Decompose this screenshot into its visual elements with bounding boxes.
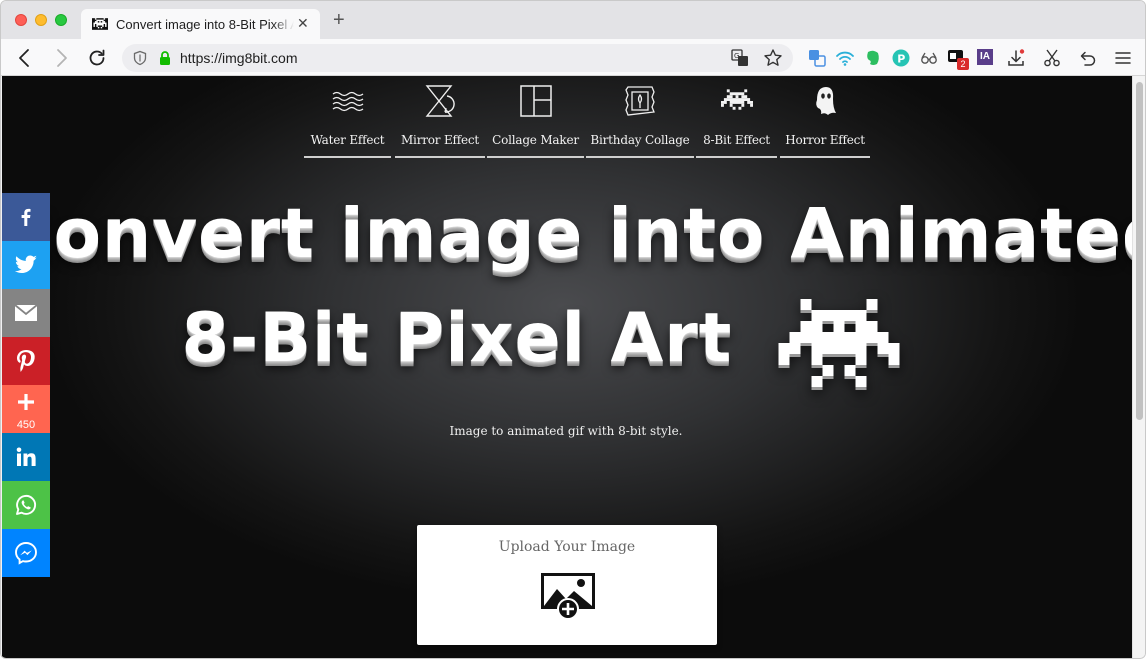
messenger-icon: [15, 542, 37, 565]
svg-text:G: G: [734, 52, 739, 60]
back-icon[interactable]: [14, 47, 36, 69]
page-scrollbar[interactable]: [1132, 76, 1145, 658]
birthday-icon: [625, 86, 655, 116]
nav-mirror-effect[interactable]: Mirror Effect: [395, 76, 485, 158]
ghost-icon: [816, 87, 836, 115]
share-messenger-button[interactable]: [2, 529, 50, 577]
evernote-icon[interactable]: [863, 48, 883, 68]
page-content: Water Effect Mirror Effect Collage Maker…: [2, 76, 1132, 658]
nav-label: Birthday Collage: [590, 133, 690, 147]
glasses-icon[interactable]: [919, 48, 939, 68]
address-bar[interactable]: https://img8bit.com G: [122, 44, 793, 72]
nav-horror-effect[interactable]: Horror Effect: [780, 76, 870, 158]
zoom-window-button[interactable]: [55, 14, 67, 26]
facebook-icon: [21, 208, 31, 226]
invader-icon: [720, 89, 753, 110]
tab-close-icon[interactable]: ✕: [297, 15, 309, 32]
collage-icon: [519, 85, 552, 117]
space-invader-icon: [778, 299, 900, 387]
nav-label: Horror Effect: [785, 133, 865, 147]
whatsapp-icon: [16, 494, 37, 515]
plus-icon: [18, 394, 34, 410]
share-whatsapp-button[interactable]: [2, 481, 50, 529]
scrollbar-thumb[interactable]: [1136, 82, 1143, 420]
translate-icon[interactable]: G: [731, 49, 749, 67]
hero-subtitle: Image to animated gif with 8-bit style.: [449, 424, 683, 438]
notification-badge: 2: [957, 58, 969, 70]
url-text[interactable]: https://img8bit.com: [180, 50, 298, 66]
reload-icon[interactable]: [86, 47, 108, 69]
navigation-toolbar: https://img8bit.com G P 2 IA: [1, 39, 1145, 76]
nav-label: Water Effect: [310, 133, 385, 147]
new-tab-button[interactable]: +: [333, 10, 345, 30]
hero-title-line-1: Convert image into Animated: [2, 194, 1132, 274]
undo-icon[interactable]: [1077, 48, 1097, 68]
translate-extension-icon[interactable]: [807, 48, 827, 68]
close-window-button[interactable]: [15, 14, 27, 26]
bookmark-star-icon[interactable]: [763, 48, 783, 68]
image-add-icon: [541, 573, 595, 620]
nav-label: Mirror Effect: [400, 133, 480, 147]
invader-favicon-icon: [92, 18, 108, 30]
scissors-icon[interactable]: [1042, 48, 1062, 68]
share-pinterest-button[interactable]: [2, 337, 50, 385]
waves-icon: [332, 91, 363, 112]
share-count: 450: [16, 419, 36, 431]
nav-water-effect[interactable]: Water Effect: [304, 76, 391, 158]
share-email-button[interactable]: [2, 289, 50, 337]
nav-collage-maker[interactable]: Collage Maker: [487, 76, 584, 158]
upload-label: Upload Your Image: [498, 539, 636, 555]
ia-extension-icon[interactable]: IA: [977, 49, 993, 65]
linkedin-icon: [16, 447, 36, 466]
tab-title: Convert image into 8-Bit Pixel Art: [116, 17, 294, 32]
nav-birthday-collage[interactable]: Birthday Collage: [586, 76, 694, 158]
tab-active[interactable]: Convert image into 8-Bit Pixel Art ✕: [81, 9, 320, 39]
minimize-window-button[interactable]: [35, 14, 47, 26]
nav-8bit-effect[interactable]: 8-Bit Effect: [696, 76, 777, 158]
extension-with-badge[interactable]: 2: [947, 48, 969, 70]
svg-text:P: P: [897, 52, 905, 65]
browser-window: Convert image into 8-Bit Pixel Art ✕ + h…: [0, 0, 1146, 659]
lock-icon[interactable]: [158, 50, 172, 66]
nav-label: Collage Maker: [492, 133, 579, 147]
share-linkedin-button[interactable]: [2, 433, 50, 481]
download-icon[interactable]: [1006, 48, 1026, 68]
upload-image-button[interactable]: Upload Your Image: [417, 525, 717, 645]
tab-strip: Convert image into 8-Bit Pixel Art ✕ +: [1, 1, 1145, 39]
forward-icon[interactable]: [50, 47, 72, 69]
pinterest-icon: [17, 350, 35, 372]
mirror-icon: [425, 85, 455, 117]
twitter-icon: [14, 255, 37, 273]
share-more-button[interactable]: 450: [2, 385, 50, 433]
nav-label: 8-Bit Effect: [703, 133, 770, 147]
wifi-icon[interactable]: [835, 48, 855, 68]
shield-icon[interactable]: [132, 50, 148, 66]
mail-icon: [14, 304, 38, 321]
share-twitter-button[interactable]: [2, 241, 50, 289]
social-share-bar: 450: [2, 193, 50, 577]
p-extension-icon[interactable]: P: [891, 48, 911, 68]
menu-icon[interactable]: [1113, 48, 1133, 68]
share-facebook-button[interactable]: [2, 193, 50, 241]
